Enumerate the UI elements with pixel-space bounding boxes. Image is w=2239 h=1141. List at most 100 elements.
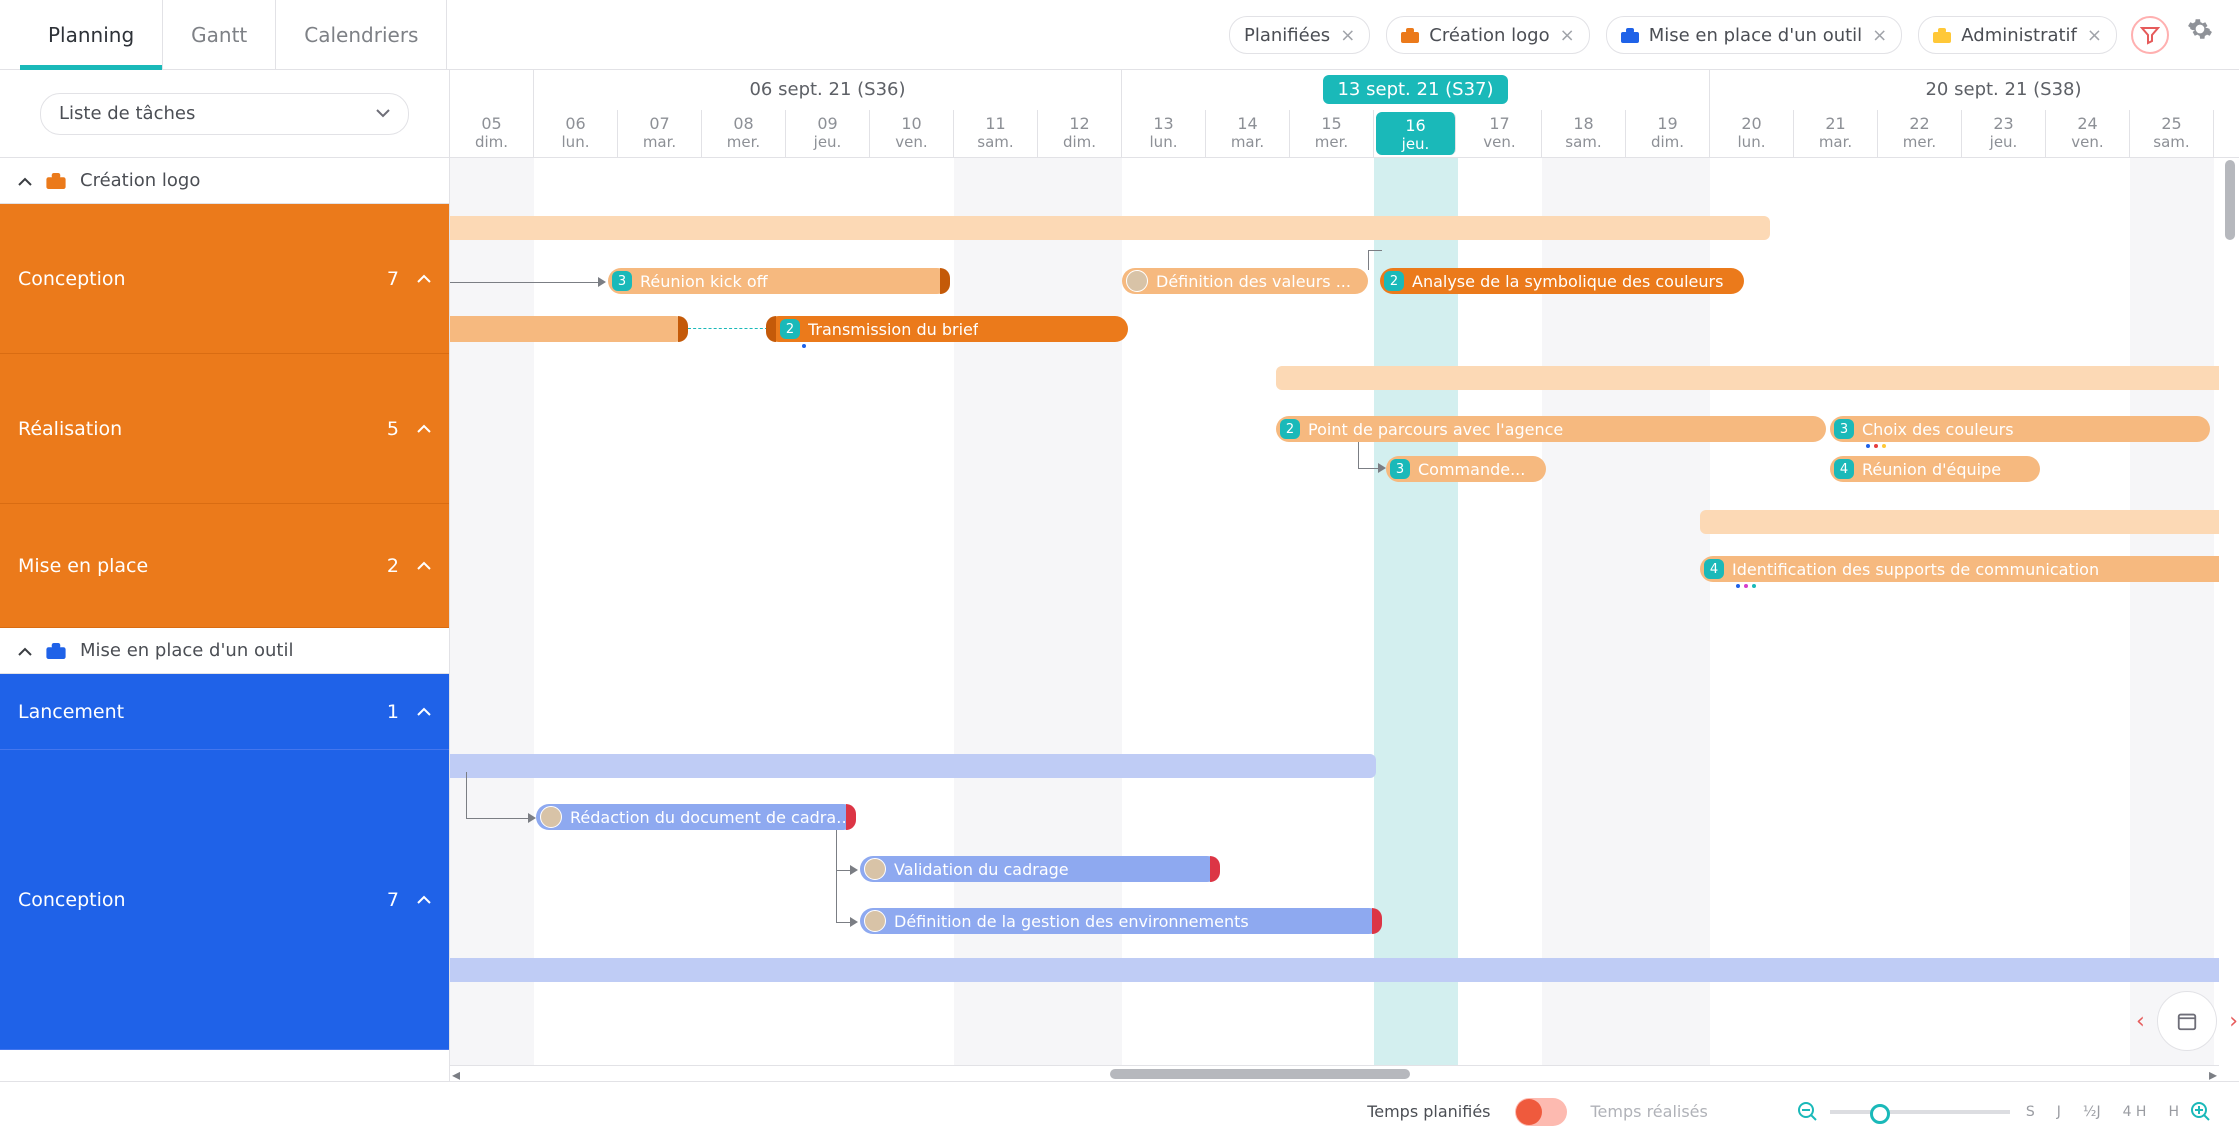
task-bar[interactable]: 3 Choix des couleurs bbox=[1830, 416, 2210, 442]
summary-bar[interactable] bbox=[450, 958, 2219, 982]
day-column: 17ven. bbox=[1458, 110, 1542, 157]
zoom-label: H bbox=[2168, 1104, 2179, 1120]
tab-gantt[interactable]: Gantt bbox=[163, 0, 276, 69]
chip-label: Administratif bbox=[1961, 25, 2077, 46]
task-bar[interactable]: Définition des valeurs ... bbox=[1122, 268, 1368, 294]
task-label: Point de parcours avec l'agence bbox=[1308, 420, 1563, 439]
task-bar[interactable]: Définition de la gestion des environneme… bbox=[860, 908, 1382, 934]
task-bar[interactable]: 2 Transmission du brief bbox=[766, 316, 1128, 342]
vertical-scrollbar[interactable] bbox=[2223, 160, 2237, 1061]
day-column: 22mer. bbox=[1878, 110, 1962, 157]
badge-count: 2 bbox=[1280, 419, 1300, 439]
chip-label: Planifiées bbox=[1244, 25, 1330, 46]
chevron-down-icon bbox=[376, 109, 390, 119]
zoom-label: ½J bbox=[2083, 1104, 2101, 1120]
briefcase-icon bbox=[1933, 28, 1951, 43]
close-icon[interactable]: × bbox=[1560, 25, 1575, 46]
day-column: 13lun. bbox=[1122, 110, 1206, 157]
select-label: Liste de tâches bbox=[59, 103, 195, 124]
filter-chip-planifiees[interactable]: Planifiées × bbox=[1229, 16, 1370, 54]
day-column: 15mer. bbox=[1290, 110, 1374, 157]
tab-planning[interactable]: Planning bbox=[20, 0, 163, 69]
task-bar[interactable]: Rédaction du document de cadrage bbox=[536, 804, 856, 830]
summary-bar[interactable] bbox=[1700, 510, 2219, 534]
task-bar[interactable]: 4 Identification des supports de communi… bbox=[1700, 556, 2219, 582]
briefcase-icon bbox=[1401, 28, 1419, 43]
task-label: Analyse de la symbolique des couleurs bbox=[1412, 272, 1723, 291]
task-label: Validation du cadrage bbox=[894, 860, 1069, 879]
day-column: 20lun. bbox=[1710, 110, 1794, 157]
task-bar[interactable]: Validation du cadrage bbox=[860, 856, 1220, 882]
filter-chip-administratif[interactable]: Administratif × bbox=[1918, 16, 2117, 54]
time-toggle[interactable] bbox=[1515, 1098, 1567, 1126]
task-label: Définition de la gestion des environneme… bbox=[894, 912, 1249, 931]
week-header: 06 sept. 21 (S36) bbox=[534, 70, 1122, 110]
zoom-label: 4 H bbox=[2123, 1104, 2147, 1120]
section-row[interactable]: Lancement 1 bbox=[0, 674, 449, 750]
chevron-up-icon[interactable] bbox=[417, 274, 431, 284]
task-bar[interactable]: 3 Commande... bbox=[1386, 456, 1546, 482]
grouping-select[interactable]: Liste de tâches bbox=[40, 93, 409, 135]
project-header-mise-outil[interactable]: Mise en place d'un outil bbox=[0, 628, 449, 674]
day-column: 21mar. bbox=[1794, 110, 1878, 157]
calendar-icon bbox=[2176, 1010, 2198, 1032]
task-bar[interactable]: 2 Analyse de la symbolique des couleurs bbox=[1380, 268, 1744, 294]
filter-chip-mise-outil[interactable]: Mise en place d'un outil × bbox=[1606, 16, 1903, 54]
funnel-icon bbox=[2140, 25, 2160, 45]
date-navigator[interactable]: ‹ › bbox=[2157, 991, 2217, 1051]
summary-bar[interactable] bbox=[1276, 366, 2219, 390]
avatar-icon bbox=[864, 858, 886, 880]
section-count: 7 bbox=[387, 268, 399, 290]
close-icon[interactable]: × bbox=[1340, 25, 1355, 46]
project-header-creation-logo[interactable]: Création logo bbox=[0, 158, 449, 204]
add-filter-button[interactable] bbox=[2131, 16, 2169, 54]
chevron-right-icon[interactable]: › bbox=[2229, 1009, 2238, 1034]
close-icon[interactable]: × bbox=[1872, 25, 1887, 46]
section-row[interactable]: Mise en place 2 bbox=[0, 504, 449, 628]
avatar-icon bbox=[864, 910, 886, 932]
zoom-in-icon[interactable] bbox=[2189, 1100, 2213, 1124]
summary-bar[interactable] bbox=[450, 754, 1376, 778]
task-bar[interactable]: 3 Réunion kick off bbox=[608, 268, 950, 294]
section-row[interactable]: Réalisation 5 bbox=[0, 354, 449, 504]
scrollbar-thumb[interactable] bbox=[2225, 160, 2235, 240]
task-bar[interactable]: 2 Point de parcours avec l'agence bbox=[1276, 416, 1826, 442]
section-row[interactable]: Conception 7 bbox=[0, 204, 449, 354]
task-label: Commande... bbox=[1418, 460, 1525, 479]
chevron-up-icon[interactable] bbox=[417, 895, 431, 905]
zoom-slider[interactable] bbox=[1830, 1110, 2010, 1114]
task-label: Transmission du brief bbox=[808, 320, 978, 339]
day-column: 18sam. bbox=[1542, 110, 1626, 157]
zoom-out-icon[interactable] bbox=[1796, 1100, 1820, 1124]
section-label: Lancement bbox=[18, 701, 124, 723]
chevron-up-icon[interactable] bbox=[18, 176, 32, 186]
day-column: 10ven. bbox=[870, 110, 954, 157]
task-label: Définition des valeurs ... bbox=[1156, 272, 1351, 291]
chevron-left-icon[interactable]: ‹ bbox=[2136, 1009, 2145, 1034]
day-column: 19dim. bbox=[1626, 110, 1710, 157]
chevron-up-icon[interactable] bbox=[18, 646, 32, 656]
settings-button[interactable] bbox=[2187, 16, 2213, 53]
close-icon[interactable]: × bbox=[2087, 25, 2102, 46]
scrollbar-thumb[interactable] bbox=[1110, 1069, 1410, 1079]
day-column: 16jeu. bbox=[1376, 112, 1456, 155]
chevron-up-icon[interactable] bbox=[417, 561, 431, 571]
badge-count: 3 bbox=[1834, 419, 1854, 439]
day-column: 05dim. bbox=[450, 110, 534, 157]
summary-bar[interactable] bbox=[450, 216, 1770, 240]
filter-chip-creation-logo[interactable]: Création logo × bbox=[1386, 16, 1589, 54]
section-label: Conception bbox=[18, 268, 126, 290]
task-label: Réunion kick off bbox=[640, 272, 768, 291]
horizontal-scrollbar[interactable]: ◂ ▸ bbox=[450, 1065, 2219, 1081]
tab-calendriers[interactable]: Calendriers bbox=[276, 0, 447, 69]
chevron-up-icon[interactable] bbox=[417, 424, 431, 434]
task-bar[interactable]: 4 Réunion d'équipe bbox=[1830, 456, 2040, 482]
task-bar[interactable] bbox=[450, 316, 688, 342]
section-row[interactable]: Conception 7 bbox=[0, 750, 449, 1050]
chevron-up-icon[interactable] bbox=[417, 707, 431, 717]
zoom-label: J bbox=[2057, 1104, 2061, 1120]
gear-icon bbox=[2187, 16, 2213, 42]
section-label: Conception bbox=[18, 889, 126, 911]
toggle-label-planned: Temps planifiés bbox=[1367, 1102, 1490, 1121]
badge-count: 4 bbox=[1704, 559, 1724, 579]
